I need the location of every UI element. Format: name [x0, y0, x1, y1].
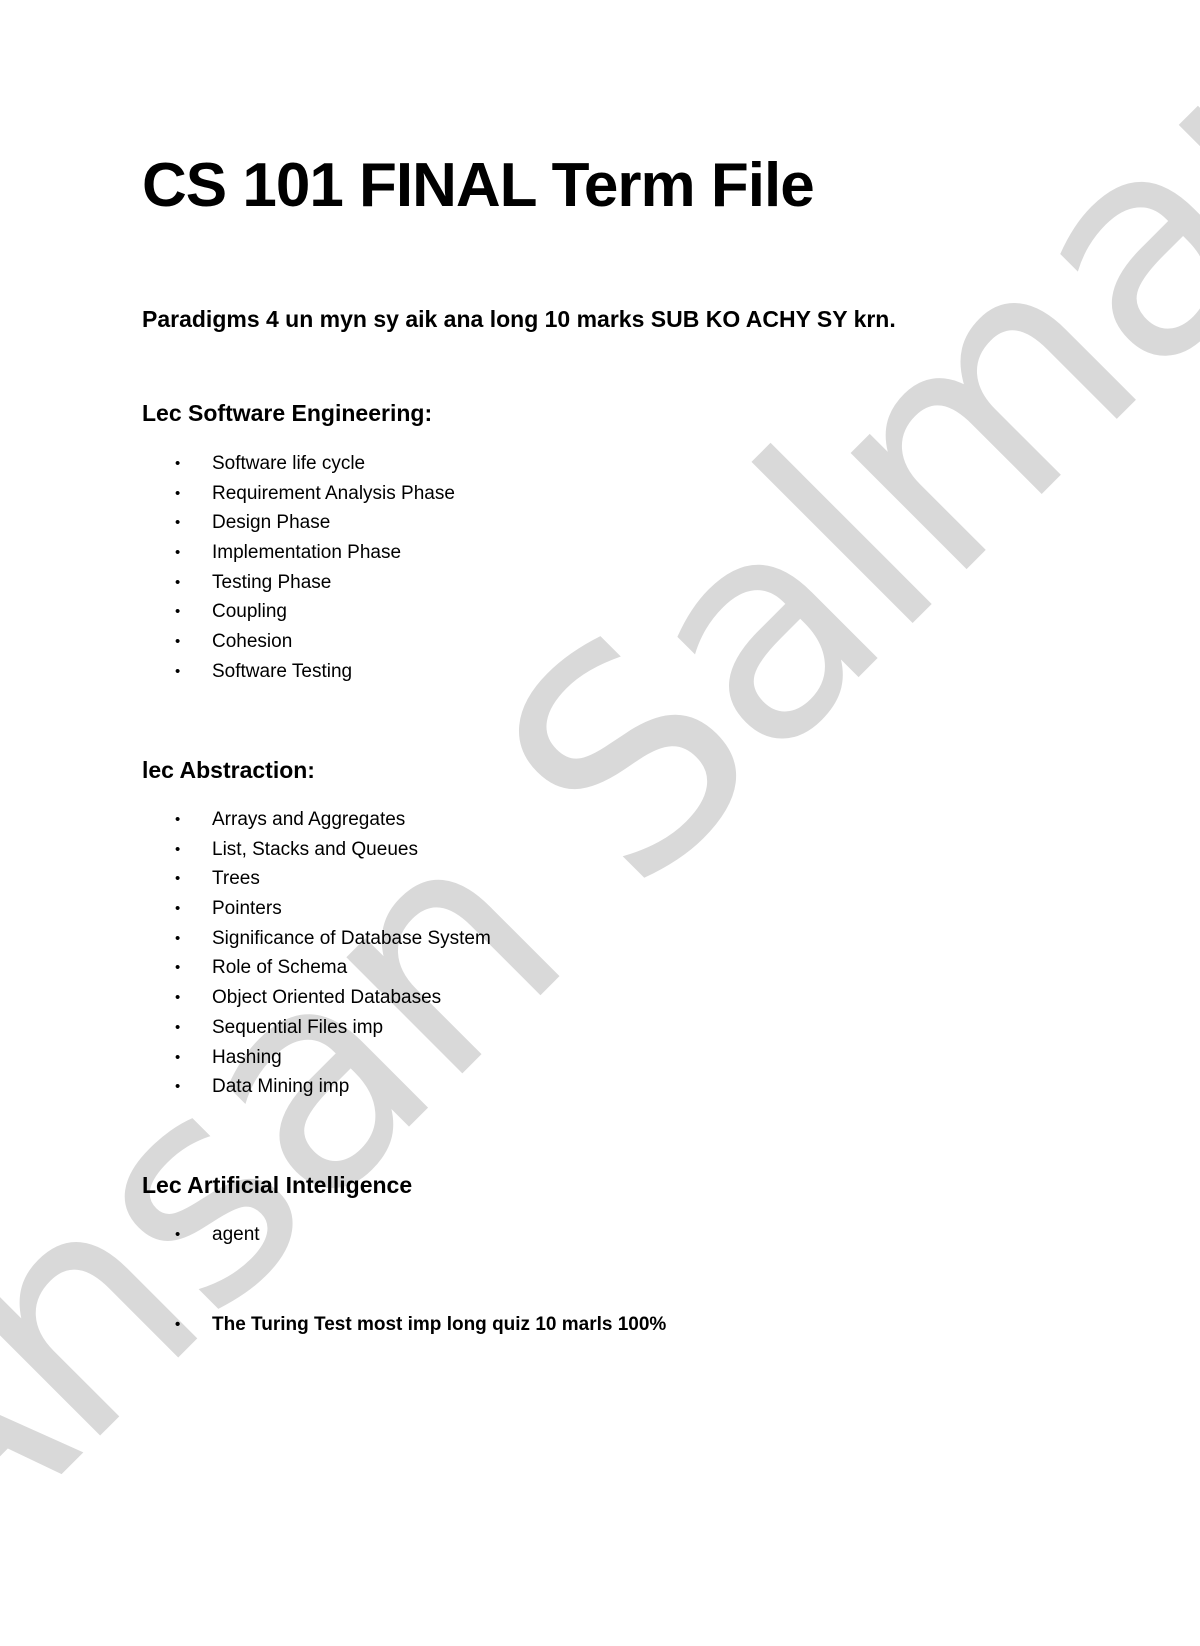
list-item: • Cohesion	[142, 627, 455, 657]
bullet-icon: •	[175, 959, 181, 977]
list-item: • Implementation Phase	[142, 538, 455, 568]
list-item: • Arrays and Aggregates	[142, 805, 491, 835]
bullet-icon: •	[175, 662, 181, 680]
list-item: • Design Phase	[142, 508, 455, 538]
list-item: • Testing Phase	[142, 568, 455, 598]
bullet-icon: •	[175, 989, 181, 1007]
bullet-icon: •	[175, 633, 181, 651]
list-item: • Coupling	[142, 597, 455, 627]
intro-note: Paradigms 4 un myn sy aik ana long 10 ma…	[142, 306, 896, 332]
list-item: • Data Mining imp	[142, 1072, 491, 1102]
list-item: • List, Stacks and Queues	[142, 835, 491, 865]
bullet-icon: •	[175, 573, 181, 591]
bullet-icon: •	[175, 840, 181, 858]
bullet-icon: •	[175, 1018, 181, 1036]
topic-list-artificial-intelligence-highlight: • The Turing Test most imp long quiz 10 m…	[142, 1310, 666, 1340]
list-item: • Pointers	[142, 894, 491, 924]
bullet-icon: •	[175, 1226, 181, 1243]
section-heading-abstraction: lec Abstraction:	[142, 757, 315, 783]
list-item: • Software Testing	[142, 657, 455, 687]
bullet-icon: •	[175, 603, 181, 621]
page-title: CS 101 FINAL Term File	[142, 151, 815, 220]
bullet-icon: •	[175, 811, 181, 828]
bullet-icon: •	[175, 900, 181, 918]
list-item: • Sequential Files imp	[142, 1013, 491, 1043]
list-item: • Hashing	[142, 1043, 491, 1073]
bullet-icon: •	[175, 1048, 181, 1066]
bullet-icon: •	[175, 929, 181, 947]
bullet-icon: •	[175, 870, 181, 888]
bullet-icon: •	[175, 484, 181, 502]
bullet-icon: •	[175, 544, 181, 562]
list-item: • agent	[142, 1220, 260, 1250]
bullet-icon: •	[175, 514, 181, 532]
list-item: • Significance of Database System	[142, 924, 491, 954]
list-item: • Trees	[142, 864, 491, 894]
topic-list-software-engineering: • Software life cycle • Requirement Analys…	[142, 449, 455, 687]
list-item: • Requirement Analysis Phase	[142, 479, 455, 509]
section-heading-artificial-intelligence: Lec Artificial Intelligence	[142, 1172, 413, 1198]
list-item: • Software life cycle	[142, 449, 455, 479]
bullet-icon: •	[175, 455, 181, 472]
section-heading-software-engineering: Lec Software Engineering:	[142, 400, 433, 426]
bullet-icon: •	[175, 1316, 181, 1333]
topic-list-abstraction: • Arrays and Aggregates • List, Stacks and…	[142, 805, 491, 1102]
list-item: • Role of Schema	[142, 953, 491, 983]
bullet-icon: •	[175, 1078, 181, 1096]
list-item-highlight: • The Turing Test most imp long quiz 10 m…	[142, 1310, 666, 1340]
list-item: • Object Oriented Databases	[142, 983, 491, 1013]
topic-list-artificial-intelligence: • agent	[142, 1220, 260, 1250]
